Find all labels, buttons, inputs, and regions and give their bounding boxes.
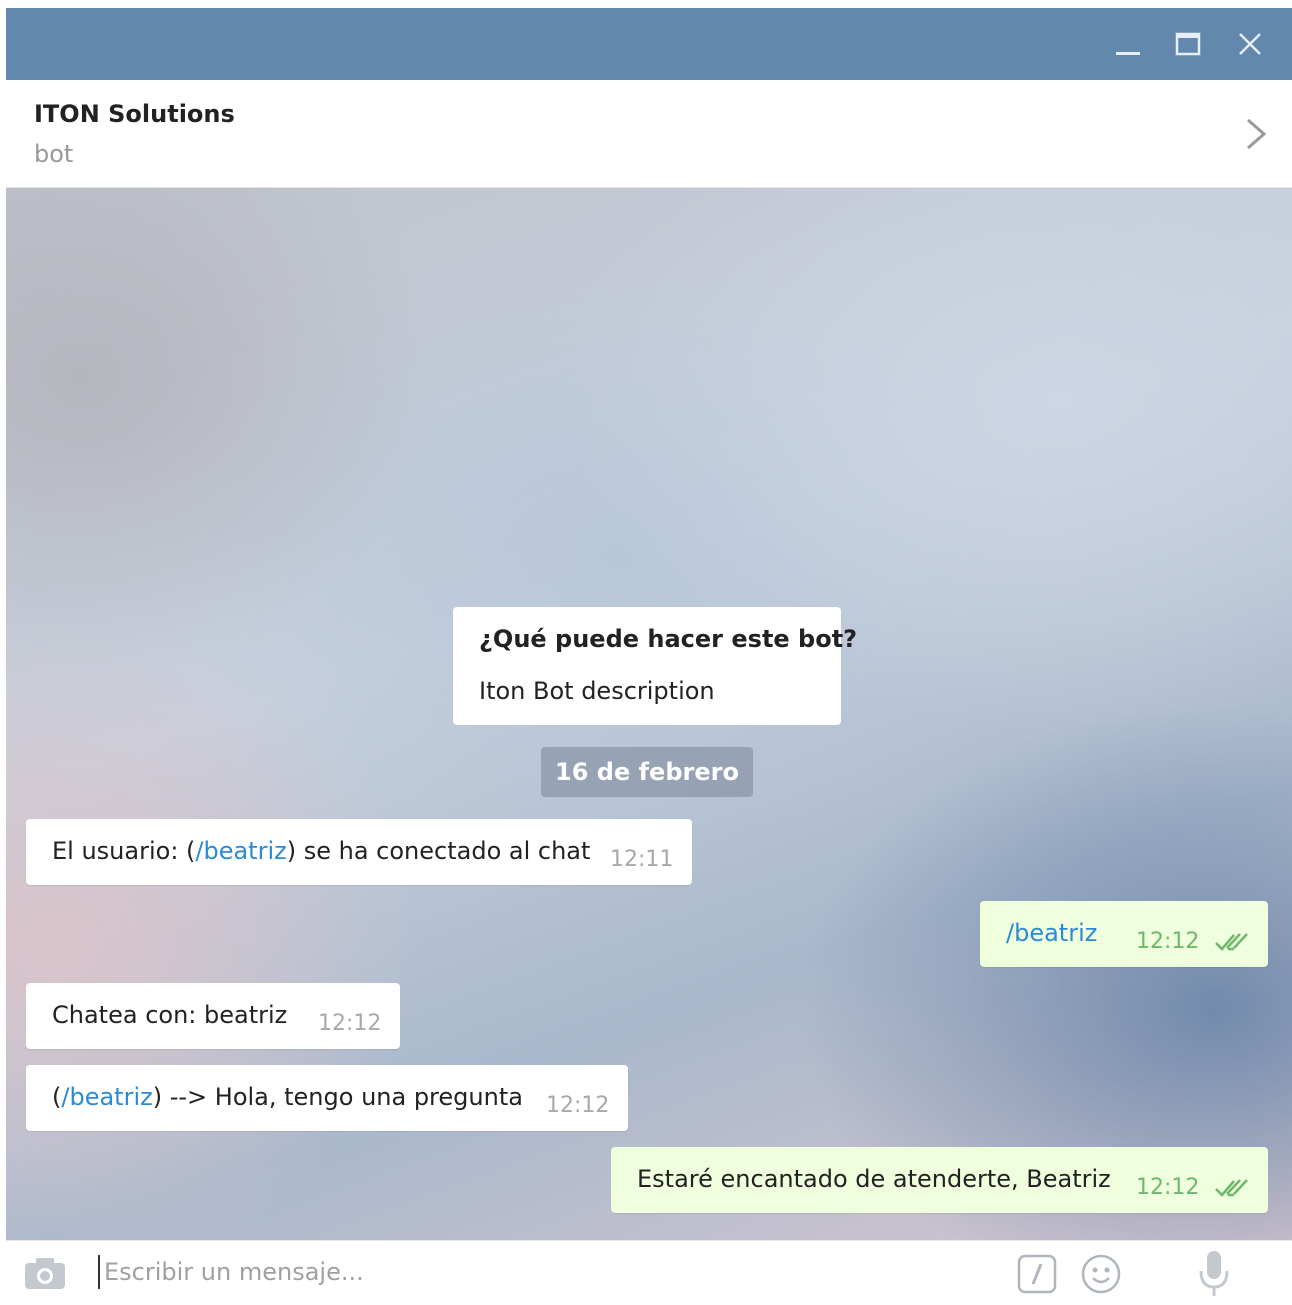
close-icon[interactable] bbox=[1232, 26, 1268, 62]
message-time: 12:11 bbox=[610, 847, 674, 872]
message-bubble-incoming[interactable]: Chatea con: beatriz 12:12 bbox=[26, 983, 400, 1049]
message-bubble-outgoing[interactable]: /beatriz 12:12 bbox=[980, 901, 1268, 967]
chat-title: ITON Solutions bbox=[34, 100, 235, 128]
chevron-right-icon[interactable] bbox=[1242, 116, 1270, 152]
message-history[interactable]: ¿Qué puede hacer este bot? Iton Bot desc… bbox=[6, 188, 1292, 1240]
message-text: /beatriz bbox=[1006, 919, 1097, 947]
bot-info-title: ¿Qué puede hacer este bot? bbox=[479, 625, 858, 653]
maximize-icon[interactable] bbox=[1170, 26, 1206, 62]
chat-subtitle: bot bbox=[34, 140, 74, 168]
chat-header[interactable]: ITON Solutions bot bbox=[6, 80, 1292, 188]
message-time: 12:12 bbox=[1136, 929, 1200, 954]
command-link[interactable]: /beatriz bbox=[1006, 919, 1097, 947]
message-bubble-incoming[interactable]: (/beatriz) --> Hola, tengo una pregunta … bbox=[26, 1065, 628, 1131]
double-check-icon bbox=[1215, 1179, 1248, 1197]
username-link[interactable]: /beatriz bbox=[61, 1083, 152, 1111]
bot-command-icon[interactable] bbox=[1016, 1253, 1058, 1295]
message-text: Estaré encantado de atenderte, Beatriz bbox=[637, 1165, 1111, 1193]
microphone-icon[interactable] bbox=[1196, 1249, 1232, 1299]
message-time: 12:12 bbox=[318, 1011, 382, 1036]
camera-icon[interactable] bbox=[22, 1253, 68, 1293]
title-bar bbox=[6, 8, 1292, 80]
text-caret bbox=[98, 1255, 100, 1289]
double-check-icon bbox=[1215, 933, 1248, 951]
emoji-icon[interactable] bbox=[1080, 1253, 1122, 1295]
message-text: El usuario: (/beatriz) se ha conectado a… bbox=[52, 837, 591, 865]
message-time: 12:12 bbox=[546, 1093, 610, 1118]
username-link[interactable]: /beatriz bbox=[195, 837, 286, 865]
message-time: 12:12 bbox=[1136, 1175, 1200, 1200]
telegram-window: ITON Solutions bot ¿Qué puede hacer este… bbox=[6, 8, 1292, 1305]
message-bubble-incoming[interactable]: El usuario: (/beatriz) se ha conectado a… bbox=[26, 819, 692, 885]
message-composer bbox=[6, 1240, 1292, 1305]
minimize-icon[interactable] bbox=[1110, 26, 1146, 62]
date-separator: 16 de febrero bbox=[541, 747, 753, 797]
message-bubble-outgoing[interactable]: Estaré encantado de atenderte, Beatriz 1… bbox=[611, 1147, 1268, 1213]
message-text: Chatea con: beatriz bbox=[52, 1001, 288, 1029]
bot-info-card: ¿Qué puede hacer este bot? Iton Bot desc… bbox=[453, 607, 857, 725]
bot-info-description: Iton Bot description bbox=[479, 677, 715, 705]
message-text: (/beatriz) --> Hola, tengo una pregunta bbox=[52, 1083, 523, 1111]
message-input[interactable] bbox=[104, 1251, 984, 1293]
